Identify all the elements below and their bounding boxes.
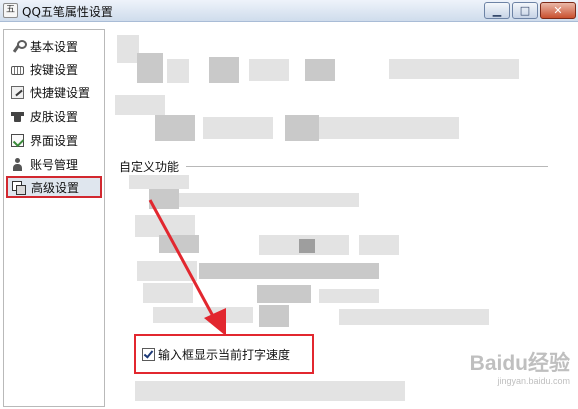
keyboard-icon (11, 65, 24, 75)
typing-speed-option: 输入框显示当前打字速度 (134, 334, 314, 374)
sidebar-item-shortcuts[interactable]: 快捷键设置 (7, 81, 101, 103)
pixelated-content (149, 189, 179, 209)
pixelated-content (339, 309, 489, 325)
sidebar-item-label: 界面设置 (30, 133, 79, 148)
pixelated-content (137, 53, 163, 83)
sidebar-item-keys[interactable]: 按键设置 (7, 58, 101, 80)
interface-icon (11, 133, 24, 147)
sidebar-item-basic[interactable]: 基本设置 (7, 35, 101, 57)
settings-sidebar: 基本设置 按键设置 快捷键设置 皮肤设置 界面设置 账号管理 高级设置 (3, 29, 105, 407)
sidebar-item-account[interactable]: 账号管理 (7, 153, 101, 175)
sidebar-item-label: 账号管理 (30, 157, 79, 172)
sidebar-item-label: 按键设置 (30, 62, 79, 77)
sidebar-item-label: 基本设置 (30, 39, 79, 54)
pixelated-content (249, 59, 289, 81)
pixelated-content (359, 235, 399, 255)
app-icon: 五 (3, 3, 18, 18)
title-bar: 五 QQ五笔属性设置 ▁ □ ✕ (0, 0, 578, 22)
pixelated-content (167, 59, 189, 83)
pixelated-content (159, 235, 199, 253)
close-button[interactable]: ✕ (540, 2, 576, 19)
pixelated-content (259, 305, 289, 327)
maximize-button[interactable]: □ (512, 2, 538, 19)
pixelated-content (319, 117, 459, 139)
account-icon (11, 157, 24, 171)
pixelated-content (199, 263, 379, 279)
pixelated-content (155, 115, 195, 141)
pixelated-content (299, 239, 315, 253)
typing-speed-label[interactable]: 输入框显示当前打字速度 (158, 346, 290, 363)
pixelated-content (209, 57, 239, 83)
pixelated-content (285, 115, 319, 141)
pixelated-content (305, 59, 335, 81)
pixelated-content (137, 261, 197, 281)
sidebar-item-label: 高级设置 (31, 180, 80, 195)
pixelated-content (179, 193, 359, 207)
pixelated-content (319, 289, 379, 303)
minimize-button[interactable]: ▁ (484, 2, 510, 19)
section-divider (186, 166, 548, 167)
section-title: 自定义功能 (119, 158, 184, 175)
skin-icon (11, 110, 24, 123)
typing-speed-checkbox[interactable] (142, 347, 155, 361)
sidebar-item-advanced[interactable]: 高级设置 (6, 176, 102, 198)
pixelated-content (203, 117, 273, 139)
sidebar-item-interface[interactable]: 界面设置 (7, 129, 101, 151)
sidebar-item-label: 皮肤设置 (30, 109, 79, 124)
pixelated-content (143, 283, 193, 303)
sidebar-item-label: 快捷键设置 (30, 85, 91, 100)
pixelated-content (129, 175, 189, 189)
pixelated-content (135, 381, 405, 401)
wrench-icon (11, 39, 27, 53)
pixelated-content (117, 35, 139, 63)
pixelated-content (153, 307, 253, 323)
checkmark-icon (143, 347, 154, 359)
window-title: QQ五笔属性设置 (22, 5, 113, 19)
pixelated-content (257, 285, 311, 303)
advanced-icon (12, 180, 26, 195)
pixelated-content (135, 215, 195, 237)
sidebar-item-skin[interactable]: 皮肤设置 (7, 105, 101, 127)
pixelated-content (115, 95, 165, 115)
shortcut-icon (11, 85, 24, 99)
pixelated-content (389, 59, 519, 79)
